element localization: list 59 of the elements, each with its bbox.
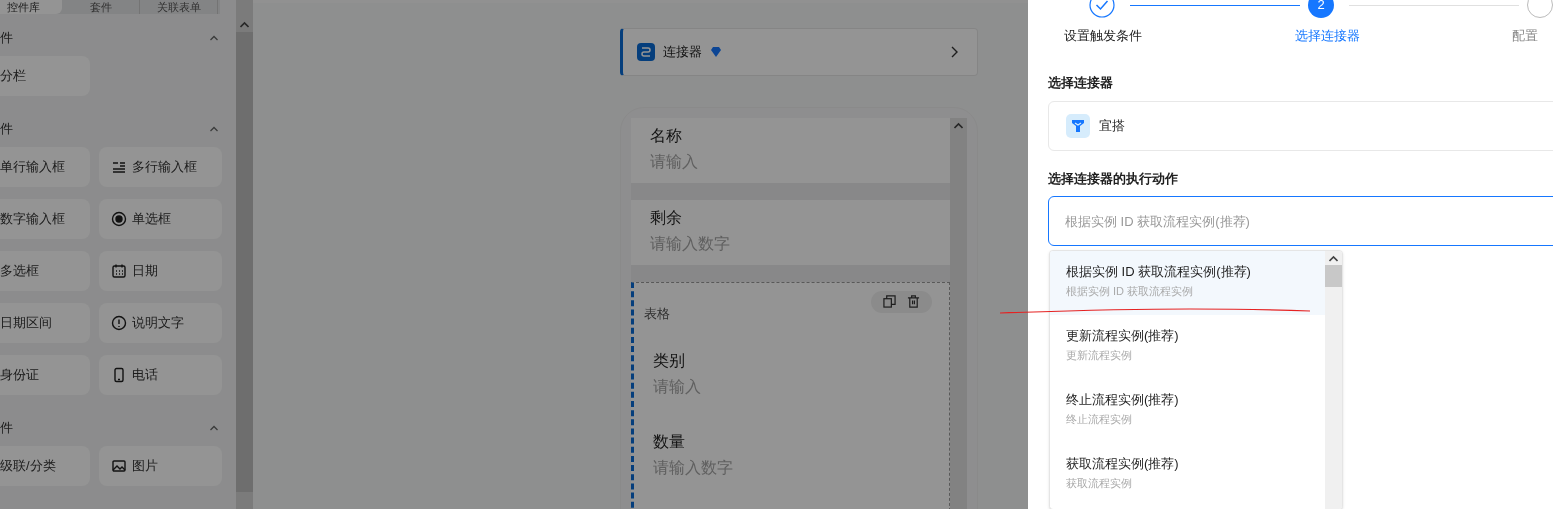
sidebar-tab[interactable]: 关联表单 (140, 0, 218, 14)
connector-select[interactable]: 宜搭 (1048, 101, 1553, 151)
component-item[interactable]: 说明文字 (99, 303, 222, 343)
image-icon (111, 458, 127, 474)
component-item[interactable]: 分栏 (0, 56, 90, 96)
app-logo-icon (1066, 114, 1090, 138)
scroll-up-icon[interactable] (954, 122, 963, 129)
option-description: 更新流程实例 (1066, 348, 1133, 362)
option-title: 终止流程实例(推荐) (1066, 392, 1180, 408)
component-item[interactable]: 日期 (99, 251, 222, 291)
group-title: 件 (0, 120, 13, 139)
group-title: 件 (0, 419, 13, 438)
component-item[interactable]: 数字输入框 (0, 199, 90, 239)
connector-value: 宜搭 (1099, 117, 1125, 136)
component-item[interactable]: 级联/分类 (0, 446, 90, 486)
option-description: 根据实例 ID 获取流程实例 (1066, 284, 1195, 298)
action-select[interactable]: 根据实例 ID 获取流程实例(推荐) (1048, 196, 1553, 246)
option-title: 更新流程实例(推荐) (1066, 328, 1180, 344)
table-label: 表格 (644, 305, 670, 321)
component-item[interactable]: 多行输入框 (99, 147, 222, 187)
step-label: 配置 (1512, 27, 1538, 45)
group-title: 件 (0, 29, 13, 48)
component-item[interactable]: 单选框 (99, 199, 222, 239)
dropdown-option[interactable]: 根据实例 ID 获取流程实例(推荐) 根据实例 ID 获取流程实例 (1050, 251, 1325, 315)
component-item[interactable]: 电话 (99, 355, 222, 395)
component-item[interactable]: 身份证 (0, 355, 90, 395)
connector-label: 连接器 (663, 43, 702, 62)
sidebar-tab[interactable]: 套件 (62, 0, 140, 14)
component-item[interactable]: 多选框 (0, 251, 90, 291)
copy-icon[interactable] (882, 295, 896, 309)
calendar-icon (111, 263, 127, 279)
text-lines-icon (111, 159, 127, 175)
step-label: 设置触发条件 (1064, 27, 1142, 45)
field-label: 剩余 (650, 207, 683, 228)
component-item[interactable]: 图片 (99, 446, 222, 486)
diamond-icon (710, 46, 722, 58)
component-item[interactable]: 日期区间 (0, 303, 90, 343)
option-title: 获取流程实例(推荐) (1066, 456, 1180, 472)
field-label: 类别 (653, 350, 686, 371)
scroll-up-icon[interactable] (1329, 255, 1338, 262)
phone-icon (111, 367, 127, 383)
component-item[interactable]: 单行输入框 (0, 147, 90, 187)
option-description: 终止流程实例 (1066, 412, 1133, 426)
scroll-up-icon[interactable] (240, 21, 249, 28)
trash-icon[interactable] (907, 295, 921, 309)
field-label: 数量 (653, 431, 686, 452)
field-label: 名称 (650, 126, 683, 146)
option-title: 根据实例 ID 获取流程实例(推荐) (1066, 264, 1252, 280)
option-description: 获取流程实例 (1066, 476, 1133, 490)
section-label: 选择连接器 (1048, 74, 1114, 92)
info-icon (111, 315, 127, 331)
step-label: 选择连接器 (1295, 27, 1360, 45)
connector-card[interactable]: 连接器 (620, 28, 978, 76)
connector-icon (637, 43, 655, 61)
scroll-thumb[interactable] (1325, 265, 1342, 287)
section-label: 选择连接器的执行动作 (1048, 170, 1179, 188)
radio-icon (111, 211, 127, 227)
step-number: 2 (1308, 0, 1334, 18)
sidebar-tab[interactable]: 控件库 (0, 0, 62, 14)
